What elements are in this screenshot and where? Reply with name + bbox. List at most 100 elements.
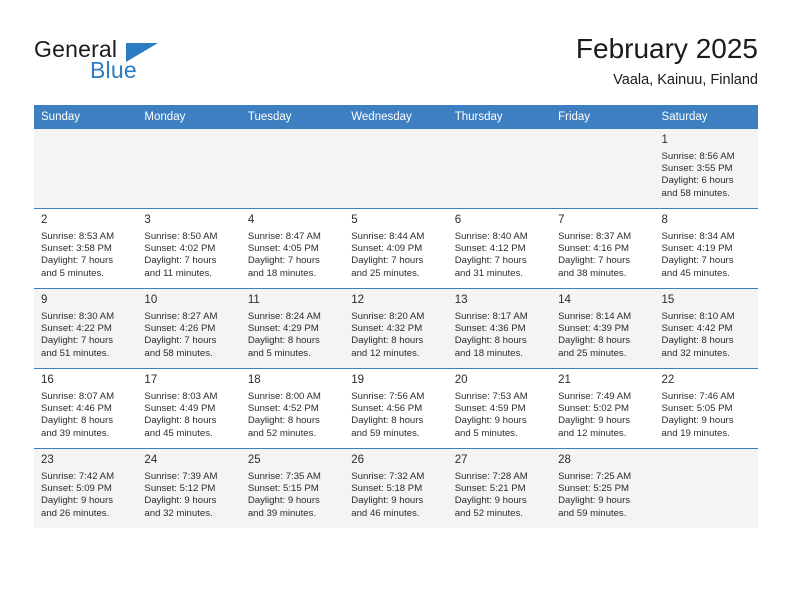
calendar-day-cell[interactable]: 7 Sunrise: 8:37 AM Sunset: 4:16 PM Daylight…	[551, 208, 655, 288]
day-number: 10	[144, 294, 158, 306]
logo-text-blue: Blue	[90, 57, 137, 83]
day-detail-line: Sunrise: 8:27 AM	[144, 311, 218, 322]
calendar-table: Sunday Monday Tuesday Wednesday Thursday…	[34, 105, 758, 528]
day-cell-content: 7 Sunrise: 8:37 AM Sunset: 4:16 PM Daylight…	[551, 208, 655, 288]
day-number: 20	[454, 374, 468, 386]
day-number: 13	[454, 294, 468, 306]
day-number: 28	[558, 454, 571, 466]
calendar-day-cell[interactable]: 6 Sunrise: 8:40 AM Sunset: 4:12 PM Daylight…	[447, 208, 552, 288]
day-cell-content: 1 Sunrise: 8:56 AM Sunset: 3:55 PM Daylight…	[654, 128, 758, 208]
day-detail-line: Sunset: 4:22 PM	[41, 323, 112, 335]
general-blue-logo[interactable]: General Blue	[34, 36, 254, 92]
calendar-day-cell[interactable]: 27 Sunrise: 7:28 AM Sunset: 5:21 PM Dayligh…	[447, 448, 552, 528]
day-detail-line: and 38 minutes.	[558, 267, 627, 279]
calendar-day-cell[interactable]: 20 Sunrise: 7:53 AM Sunset: 4:59 PM Dayligh…	[447, 368, 552, 448]
day-detail-line: and 25 minutes.	[351, 267, 420, 279]
calendar-day-cell[interactable]: 26 Sunrise: 7:32 AM Sunset: 5:18 PM Dayligh…	[344, 448, 448, 528]
day-number: 12	[351, 294, 365, 306]
day-detail-line: and 18 minutes.	[454, 347, 523, 359]
calendar-day-cell[interactable]: 10 Sunrise: 8:27 AM Sunset: 4:26 PM Dayligh…	[137, 288, 241, 368]
day-detail-line: Sunset: 4:39 PM	[558, 323, 630, 335]
day-number: 2	[41, 214, 48, 226]
day-cell-content: 4 Sunrise: 8:47 AM Sunset: 4:05 PM Daylight…	[240, 208, 345, 288]
day-number: 14	[558, 294, 571, 306]
day-cell-content: 5 Sunrise: 8:44 AM Sunset: 4:09 PM Daylight…	[344, 208, 448, 288]
day-detail-line: Daylight: 8 hours	[351, 415, 424, 427]
calendar-day-cell[interactable]: 14 Sunrise: 8:14 AM Sunset: 4:39 PM Dayligh…	[551, 288, 655, 368]
day-detail-line: Sunrise: 7:46 AM	[661, 391, 735, 402]
weekday-header-wednesday: Wednesday	[344, 105, 448, 128]
day-detail-line: Daylight: 8 hours	[454, 335, 527, 347]
calendar-day-cell[interactable]: 1 Sunrise: 8:56 AM Sunset: 3:55 PM Daylight…	[654, 128, 758, 208]
day-detail-line: Daylight: 9 hours	[41, 495, 113, 507]
day-cell-content: 24 Sunrise: 7:39 AM Sunset: 5:12 PM Dayligh…	[137, 448, 241, 528]
calendar-day-cell[interactable]: 12 Sunrise: 8:20 AM Sunset: 4:32 PM Dayligh…	[344, 288, 448, 368]
calendar-day-cell[interactable]: 16 Sunrise: 8:07 AM Sunset: 4:46 PM Dayligh…	[34, 368, 138, 448]
day-detail-line: and 45 minutes.	[661, 267, 730, 279]
page-header: General Blue February 2025 Vaala, Kainuu…	[34, 32, 758, 98]
calendar-day-cell[interactable]: 4 Sunrise: 8:47 AM Sunset: 4:05 PM Daylight…	[240, 208, 345, 288]
calendar-day-cell[interactable]: 18 Sunrise: 8:00 AM Sunset: 4:52 PM Dayligh…	[240, 368, 345, 448]
calendar-day-cell[interactable]: 8 Sunrise: 8:34 AM Sunset: 4:19 PM Daylight…	[654, 208, 758, 288]
day-detail-line: Sunset: 5:18 PM	[351, 483, 423, 495]
day-detail-line: and 5 minutes.	[41, 267, 104, 279]
day-cell-content: 13 Sunrise: 8:17 AM Sunset: 4:36 PM Dayligh…	[447, 288, 552, 368]
day-detail-line: Daylight: 9 hours	[144, 495, 217, 507]
calendar-day-cell[interactable]: 22 Sunrise: 7:46 AM Sunset: 5:05 PM Dayligh…	[654, 368, 758, 448]
calendar-day-cell[interactable]: 25 Sunrise: 7:35 AM Sunset: 5:15 PM Dayligh…	[240, 448, 345, 528]
day-detail-line: Daylight: 7 hours	[41, 335, 113, 347]
calendar-day-cell[interactable]: 9 Sunrise: 8:30 AM Sunset: 4:22 PM Daylight…	[34, 288, 138, 368]
calendar-empty-cell	[34, 128, 138, 208]
day-detail-line: and 59 minutes.	[558, 507, 627, 519]
calendar-day-cell[interactable]: 24 Sunrise: 7:39 AM Sunset: 5:12 PM Dayligh…	[137, 448, 241, 528]
day-detail-line: Daylight: 9 hours	[454, 415, 527, 427]
weekday-header-row: Sunday Monday Tuesday Wednesday Thursday…	[34, 105, 758, 128]
day-cell-content: 22 Sunrise: 7:46 AM Sunset: 5:05 PM Dayligh…	[654, 368, 758, 448]
day-detail-line: Daylight: 8 hours	[661, 335, 734, 347]
calendar-day-cell[interactable]: 13 Sunrise: 8:17 AM Sunset: 4:36 PM Dayligh…	[447, 288, 552, 368]
day-cell-content	[344, 128, 448, 208]
day-detail-line: Sunrise: 8:00 AM	[247, 391, 321, 402]
day-detail-line: Sunset: 4:49 PM	[144, 403, 216, 415]
day-detail-line: Sunrise: 7:53 AM	[454, 391, 528, 402]
day-detail-line: Sunrise: 8:53 AM	[41, 231, 115, 242]
calendar-empty-cell	[447, 128, 552, 208]
day-cell-content: 16 Sunrise: 8:07 AM Sunset: 4:46 PM Dayligh…	[34, 368, 138, 448]
calendar-page: General Blue February 2025 Vaala, Kainuu…	[0, 0, 792, 612]
calendar-empty-cell	[137, 128, 241, 208]
weekday-header-saturday: Saturday	[654, 105, 758, 128]
day-cell-content: 14 Sunrise: 8:14 AM Sunset: 4:39 PM Dayligh…	[551, 288, 655, 368]
calendar-empty-cell	[240, 128, 345, 208]
calendar-day-cell[interactable]: 21 Sunrise: 7:49 AM Sunset: 5:02 PM Dayligh…	[551, 368, 655, 448]
day-cell-content: 6 Sunrise: 8:40 AM Sunset: 4:12 PM Daylight…	[447, 208, 552, 288]
calendar-day-cell[interactable]: 28 Sunrise: 7:25 AM Sunset: 5:25 PM Dayligh…	[551, 448, 655, 528]
day-detail-line: Sunset: 5:05 PM	[661, 403, 733, 415]
day-detail-line: Daylight: 8 hours	[144, 415, 217, 427]
day-detail-line: Sunrise: 7:28 AM	[454, 471, 528, 482]
day-detail-line: Sunrise: 8:34 AM	[661, 231, 735, 242]
calendar-day-cell[interactable]: 15 Sunrise: 8:10 AM Sunset: 4:42 PM Dayligh…	[654, 288, 758, 368]
day-detail-line: Sunrise: 7:42 AM	[41, 471, 115, 482]
calendar-week-row: 1 Sunrise: 8:56 AM Sunset: 3:55 PM Daylight…	[34, 128, 758, 208]
day-detail-line: and 46 minutes.	[351, 507, 420, 519]
day-detail-line: Daylight: 7 hours	[144, 335, 217, 347]
calendar-empty-cell	[344, 128, 448, 208]
day-detail-line: and 45 minutes.	[144, 427, 213, 439]
day-detail-line: Daylight: 9 hours	[558, 495, 631, 507]
calendar-day-cell[interactable]: 23 Sunrise: 7:42 AM Sunset: 5:09 PM Dayligh…	[34, 448, 138, 528]
calendar-day-cell[interactable]: 3 Sunrise: 8:50 AM Sunset: 4:02 PM Daylight…	[137, 208, 241, 288]
day-number: 19	[351, 374, 365, 386]
day-detail-line: Daylight: 8 hours	[247, 415, 320, 427]
day-cell-content	[447, 128, 552, 208]
day-detail-line: Sunset: 4:09 PM	[351, 243, 423, 255]
weekday-header-thursday: Thursday	[447, 105, 552, 128]
calendar-day-cell[interactable]: 11 Sunrise: 8:24 AM Sunset: 4:29 PM Dayligh…	[240, 288, 345, 368]
day-number: 6	[454, 214, 462, 226]
calendar-day-cell[interactable]: 5 Sunrise: 8:44 AM Sunset: 4:09 PM Daylight…	[344, 208, 448, 288]
day-cell-content: 3 Sunrise: 8:50 AM Sunset: 4:02 PM Daylight…	[137, 208, 241, 288]
calendar-day-cell[interactable]: 17 Sunrise: 8:03 AM Sunset: 4:49 PM Dayligh…	[137, 368, 241, 448]
calendar-day-cell[interactable]: 2 Sunrise: 8:53 AM Sunset: 3:58 PM Daylight…	[34, 208, 138, 288]
day-detail-line: and 11 minutes.	[144, 267, 212, 279]
calendar-day-cell[interactable]: 19 Sunrise: 7:56 AM Sunset: 4:56 PM Dayligh…	[344, 368, 448, 448]
day-detail-line: and 12 minutes.	[558, 427, 627, 439]
